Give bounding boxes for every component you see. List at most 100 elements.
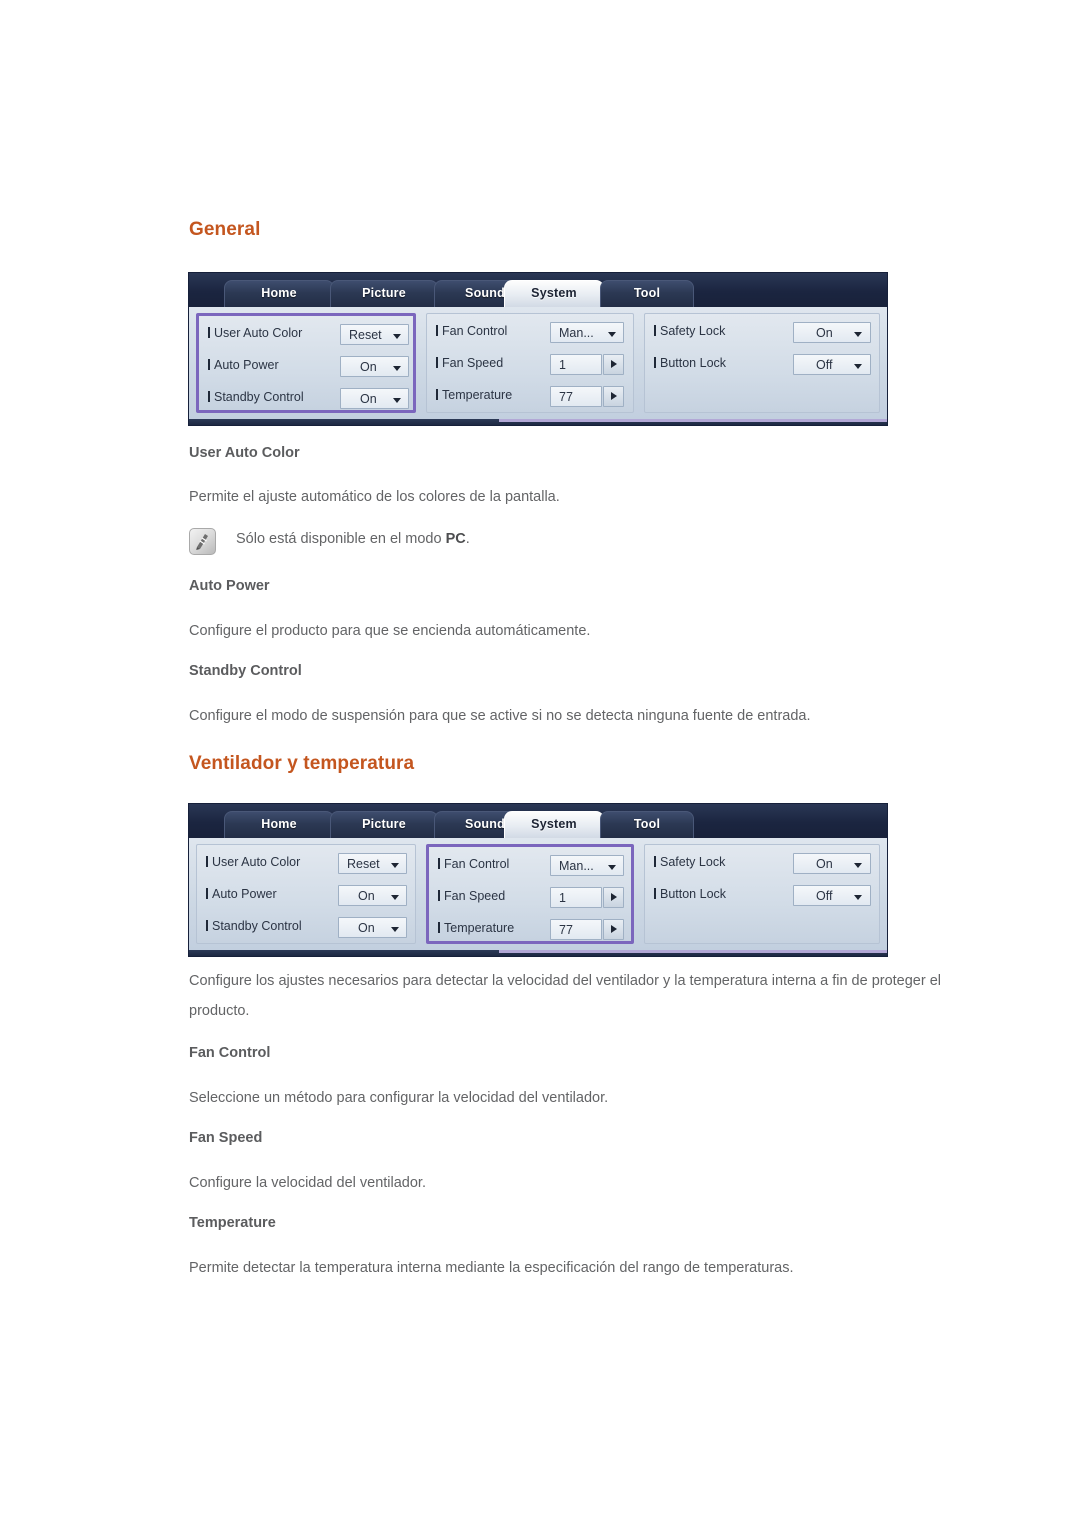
osd-label-temperature: Temperature <box>438 921 514 935</box>
osd-dropdown-standby-control[interactable]: On <box>338 917 407 938</box>
osd-label-auto-power: Auto Power <box>208 358 279 372</box>
osd-value-fan-control: Man... <box>559 859 594 873</box>
osd-spinner-right-fan-speed[interactable] <box>603 354 624 375</box>
paragraph-standby-control: Configure el modo de suspensión para que… <box>189 708 811 724</box>
osd-label-safety-lock: Safety Lock <box>654 855 725 869</box>
subheading-auto-power: Auto Power <box>189 578 270 594</box>
osd-tab-picture[interactable]: Picture <box>330 811 438 838</box>
osd-dropdown-user-auto-color[interactable]: Reset <box>340 324 409 345</box>
osd-row-user-auto-color: User Auto Color Reset <box>199 320 413 351</box>
osd-value-button-lock: Off <box>816 889 833 903</box>
osd-row-temperature: Temperature 77 <box>427 382 633 413</box>
osd-label-standby-control: Standby Control <box>208 390 304 404</box>
osd-row-safety-lock: Safety Lock On <box>645 849 879 880</box>
osd-tab-tool[interactable]: Tool <box>600 811 694 838</box>
chevron-down-icon <box>854 863 862 868</box>
arrow-right-icon <box>611 925 617 933</box>
paragraph-temperature: Permite detectar la temperatura interna … <box>189 1260 794 1276</box>
section-heading-ventilador: Ventilador y temperatura <box>189 753 415 774</box>
arrow-right-icon <box>611 360 617 368</box>
osd-row-temperature: Temperature 77 <box>429 915 631 946</box>
osd-value-user-auto-color: Reset <box>347 857 380 871</box>
chevron-down-icon <box>854 364 862 369</box>
arrow-right-icon <box>611 392 617 400</box>
osd-value-temperature: 77 <box>559 390 573 404</box>
chevron-down-icon <box>391 895 399 900</box>
osd-row-button-lock: Button Lock Off <box>645 881 879 912</box>
subheading-fan-speed: Fan Speed <box>189 1130 263 1146</box>
osd-value-auto-power: On <box>358 889 375 903</box>
osd-dropdown-button-lock[interactable]: Off <box>793 354 871 375</box>
osd-tab-home[interactable]: Home <box>224 280 334 307</box>
osd-label-user-auto-color: User Auto Color <box>206 855 300 869</box>
osd-row-fan-speed: Fan Speed 1 <box>429 883 631 914</box>
osd-label-temperature: Temperature <box>436 388 512 402</box>
osd-column-fan-temperature: Fan Control Man... Fan Speed 1 Temperatu… <box>426 844 634 944</box>
osd-value-fan-control: Man... <box>559 326 594 340</box>
osd-row-auto-power: Auto Power On <box>197 881 415 912</box>
paragraph-fan-speed: Configure la velocidad del ventilador. <box>189 1175 426 1191</box>
osd-spinner-right-temperature[interactable] <box>603 386 624 407</box>
chevron-down-icon <box>391 927 399 932</box>
osd-body: User Auto Color Reset Auto Power On Stan… <box>189 307 887 419</box>
chevron-down-icon <box>393 334 401 339</box>
osd-footer <box>189 950 887 956</box>
note-pencil-icon <box>189 528 216 555</box>
osd-dropdown-standby-control[interactable]: On <box>340 388 409 409</box>
osd-dropdown-safety-lock[interactable]: On <box>793 322 871 343</box>
osd-column-lock: Safety Lock On Button Lock Off <box>644 313 880 413</box>
osd-row-button-lock: Button Lock Off <box>645 350 879 381</box>
osd-column-general: User Auto Color Reset Auto Power On Stan… <box>196 313 416 413</box>
chevron-down-icon <box>854 895 862 900</box>
subheading-fan-control: Fan Control <box>189 1045 271 1061</box>
chevron-down-icon <box>393 366 401 371</box>
osd-body: User Auto Color Reset Auto Power On Stan… <box>189 838 887 950</box>
osd-label-fan-control: Fan Control <box>438 857 509 871</box>
osd-screenshot-fan: Home Picture Sound System Tool User Auto… <box>189 804 887 956</box>
osd-label-safety-lock: Safety Lock <box>654 324 725 338</box>
document-page: General Home Picture Sound System Tool U… <box>0 0 1080 1527</box>
osd-tab-system[interactable]: System <box>504 280 604 307</box>
osd-footer <box>189 419 887 425</box>
osd-label-button-lock: Button Lock <box>654 887 726 901</box>
chevron-down-icon <box>608 865 616 870</box>
osd-tab-picture[interactable]: Picture <box>330 280 438 307</box>
osd-tab-tool[interactable]: Tool <box>600 280 694 307</box>
osd-dropdown-auto-power[interactable]: On <box>340 356 409 377</box>
paragraph-fan-control: Seleccione un método para configurar la … <box>189 1090 609 1106</box>
osd-label-fan-speed: Fan Speed <box>438 889 505 903</box>
osd-field-fan-speed[interactable]: 1 <box>550 354 602 375</box>
osd-spinner-right-fan-speed[interactable] <box>603 887 624 908</box>
paragraph-auto-power: Configure el producto para que se encien… <box>189 623 591 639</box>
osd-dropdown-auto-power[interactable]: On <box>338 885 407 906</box>
osd-value-safety-lock: On <box>816 326 833 340</box>
osd-dropdown-user-auto-color[interactable]: Reset <box>338 853 407 874</box>
osd-column-lock: Safety Lock On Button Lock Off <box>644 844 880 944</box>
subheading-temperature: Temperature <box>189 1215 276 1231</box>
osd-value-auto-power: On <box>360 360 377 374</box>
osd-row-fan-control: Fan Control Man... <box>429 851 631 882</box>
osd-tab-home[interactable]: Home <box>224 811 334 838</box>
chevron-down-icon <box>608 332 616 337</box>
osd-tab-system[interactable]: System <box>504 811 604 838</box>
osd-label-fan-control: Fan Control <box>436 324 507 338</box>
osd-row-standby-control: Standby Control On <box>197 913 415 944</box>
osd-dropdown-fan-control[interactable]: Man... <box>550 855 624 876</box>
osd-field-temperature[interactable]: 77 <box>550 919 602 940</box>
osd-dropdown-button-lock[interactable]: Off <box>793 885 871 906</box>
osd-column-general: User Auto Color Reset Auto Power On Stan… <box>196 844 416 944</box>
arrow-right-icon <box>611 893 617 901</box>
osd-dropdown-safety-lock[interactable]: On <box>793 853 871 874</box>
osd-field-fan-speed[interactable]: 1 <box>550 887 602 908</box>
chevron-down-icon <box>854 332 862 337</box>
osd-row-fan-speed: Fan Speed 1 <box>427 350 633 381</box>
osd-row-fan-control: Fan Control Man... <box>427 318 633 349</box>
osd-field-temperature[interactable]: 77 <box>550 386 602 407</box>
osd-tabbar: Home Picture Sound System Tool <box>189 804 887 838</box>
subheading-user-auto-color: User Auto Color <box>189 445 300 461</box>
osd-dropdown-fan-control[interactable]: Man... <box>550 322 624 343</box>
osd-spinner-right-temperature[interactable] <box>603 919 624 940</box>
osd-value-user-auto-color: Reset <box>349 328 382 342</box>
osd-value-fan-speed: 1 <box>559 891 566 905</box>
osd-value-fan-speed: 1 <box>559 358 566 372</box>
